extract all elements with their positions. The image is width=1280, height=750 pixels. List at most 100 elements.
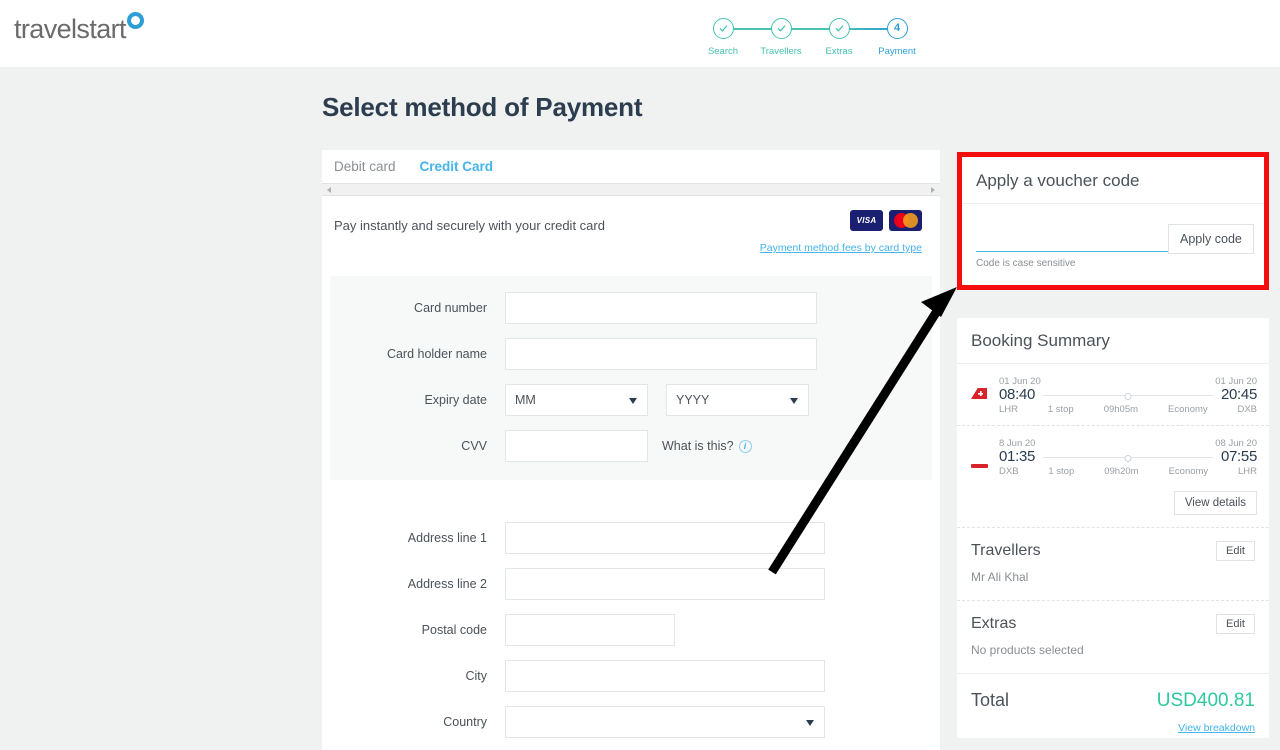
flight-outbound: 01 Jun 20 01 Jun 20 08:40 20:45 LHR 1 st… <box>957 364 1269 425</box>
card-number-label: Card number <box>414 301 487 315</box>
booking-summary-title: Booking Summary <box>957 318 1269 364</box>
billing-address-group: Address line 1 Address line 2 Postal cod… <box>330 514 932 738</box>
expiry-date-label: Expiry date <box>424 393 487 407</box>
expiry-year-select[interactable]: YYYY <box>666 384 809 416</box>
payment-intro-text: Pay instantly and securely with your cre… <box>334 218 605 233</box>
expiry-year-value: YYYY <box>676 393 710 407</box>
arrive-time: 20:45 <box>1220 386 1257 403</box>
depart-airport-code: DXB <box>999 466 1019 477</box>
flight-cabin: Economy <box>1168 404 1208 415</box>
depart-time: 08:40 <box>999 386 1036 403</box>
arrive-airport-code: DXB <box>1237 404 1257 415</box>
card-number-row: Card number <box>330 292 932 324</box>
apply-code-button[interactable]: Apply code <box>1168 224 1254 254</box>
step-extras[interactable]: Extras <box>810 18 897 57</box>
scroll-right-arrow-icon[interactable] <box>931 187 935 193</box>
expiry-month-select[interactable]: MM <box>505 384 648 416</box>
travelstart-logo[interactable]: travelstart <box>14 12 144 44</box>
travellers-section: Travellers Edit Mr Ali Khal <box>957 527 1269 600</box>
check-icon <box>712 18 734 39</box>
step-payment[interactable]: 4 Payment <box>868 18 926 57</box>
flight-info: 8 Jun 20 08 Jun 20 01:35 07:55 DXB 1 sto… <box>991 438 1257 477</box>
step-number: 4 <box>893 22 901 34</box>
travellers-title: Travellers <box>971 542 1041 559</box>
visa-label: VISA <box>856 216 877 225</box>
step-search[interactable]: Search <box>694 18 781 57</box>
mastercard-circles <box>893 213 918 228</box>
accepted-card-logos: VISA <box>850 210 922 231</box>
address-line-1-row: Address line 1 <box>330 522 932 554</box>
flight-stops: 1 stop <box>1047 404 1074 415</box>
logo-wordmark: travelstart <box>14 14 127 44</box>
view-details-button[interactable]: View details <box>1173 491 1257 515</box>
address-line-2-row: Address line 2 <box>330 568 932 600</box>
address-line-1-label: Address line 1 <box>407 531 487 545</box>
address-line-2-label: Address line 2 <box>407 577 487 591</box>
extras-title: Extras <box>971 615 1017 632</box>
country-row: Country <box>330 706 932 738</box>
logo-circle-icon <box>126 12 144 29</box>
depart-airport-code: LHR <box>999 404 1019 415</box>
step-label: Payment <box>878 46 916 57</box>
site-header: travelstart Search Travellers Extras 4 P… <box>0 0 1280 67</box>
flight-stops: 1 stop <box>1048 466 1075 477</box>
address-line-2-input[interactable] <box>505 568 825 600</box>
check-icon <box>828 18 850 39</box>
booking-summary-panel: Booking Summary 01 Jun 20 01 Jun 20 08:4… <box>957 318 1269 738</box>
tabs-horizontal-scrollbar[interactable] <box>322 183 940 196</box>
scroll-left-arrow-icon[interactable] <box>327 187 331 193</box>
total-amount: USD400.81 <box>1156 690 1255 711</box>
tab-credit-card[interactable]: Credit Card <box>420 150 494 183</box>
voucher-code-input[interactable] <box>976 224 1168 252</box>
card-holder-row: Card holder name <box>330 338 932 370</box>
arrive-airport-code: LHR <box>1237 466 1257 477</box>
expiry-month-value: MM <box>515 393 536 407</box>
step-number-badge: 4 <box>886 18 908 39</box>
country-select[interactable] <box>505 706 825 738</box>
card-number-input[interactable] <box>505 292 817 324</box>
address-line-1-input[interactable] <box>505 522 825 554</box>
voucher-form: Apply code <box>962 204 1264 254</box>
checkout-stepper: Search Travellers Extras 4 Payment <box>694 18 926 57</box>
step-label: Extras <box>825 46 853 57</box>
edit-travellers-button[interactable]: Edit <box>1216 541 1255 561</box>
card-holder-name-input[interactable] <box>505 338 817 370</box>
city-label: City <box>465 669 487 683</box>
city-input[interactable] <box>505 660 825 692</box>
step-travellers[interactable]: Travellers <box>752 18 839 57</box>
voucher-panel-title: Apply a voucher code <box>962 157 1264 204</box>
depart-time: 01:35 <box>999 448 1036 465</box>
tab-debit-card[interactable]: Debit card <box>334 150 396 183</box>
flight-duration: 09h05m <box>1103 404 1139 415</box>
edit-extras-button[interactable]: Edit <box>1216 614 1255 634</box>
flight-path-line <box>1043 457 1213 458</box>
expiry-row: Expiry date MM YYYY <box>330 384 932 416</box>
flight-path-line <box>1043 395 1213 396</box>
payment-fees-link[interactable]: Payment method fees by card type <box>760 242 922 254</box>
postal-code-input[interactable] <box>505 614 675 646</box>
city-row: City <box>330 660 932 692</box>
visa-icon: VISA <box>850 210 883 231</box>
voucher-code-panel: Apply a voucher code Apply code Code is … <box>957 152 1269 290</box>
red-dash-icon <box>971 438 991 468</box>
payment-method-card: Debit card Credit Card Pay instantly and… <box>322 150 940 750</box>
chevron-down-icon <box>629 398 637 404</box>
chevron-down-icon <box>790 398 798 404</box>
cvv-help-text: What is this? <box>662 439 734 453</box>
flight-info: 01 Jun 20 01 Jun 20 08:40 20:45 LHR 1 st… <box>991 376 1257 415</box>
info-icon[interactable]: i <box>738 439 752 453</box>
country-label: Country <box>443 715 487 729</box>
postal-code-row: Postal code <box>330 614 932 646</box>
voucher-case-note: Code is case sensitive <box>976 258 1076 269</box>
postal-code-label: Postal code <box>421 623 487 637</box>
card-details-group: Card number Card holder name Expiry date… <box>330 276 932 480</box>
arrive-time: 07:55 <box>1220 448 1257 465</box>
cvv-input[interactable] <box>505 430 648 462</box>
total-section: Total USD400.81 <box>957 673 1269 718</box>
cvv-help[interactable]: What is this? i <box>662 439 752 453</box>
total-label: Total <box>971 690 1010 710</box>
flight-duration: 09h20m <box>1104 466 1139 477</box>
view-breakdown-link[interactable]: View breakdown <box>957 718 1269 734</box>
extras-section: Extras Edit No products selected <box>957 600 1269 673</box>
payment-intro: Pay instantly and securely with your cre… <box>322 196 940 276</box>
